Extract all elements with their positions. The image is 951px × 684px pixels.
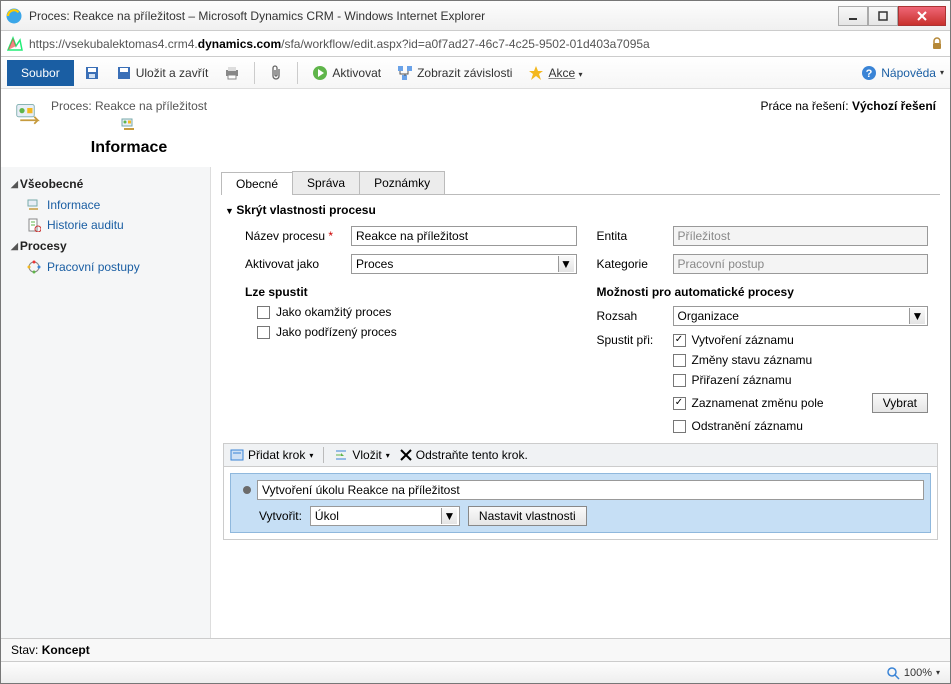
- label-category: Kategorie: [597, 257, 667, 271]
- help-button[interactable]: ? Nápověda ▾: [861, 65, 944, 81]
- label-activate-as: Aktivovat jako: [245, 257, 345, 271]
- save-close-button[interactable]: Uložit a zavřít: [110, 62, 215, 84]
- window-title: Proces: Reakce na příležitost – Microsof…: [29, 9, 838, 23]
- chevron-down-icon: ▼: [909, 308, 925, 324]
- checkbox-immediate[interactable]: [257, 306, 270, 319]
- attach-button[interactable]: [263, 62, 289, 84]
- window-titlebar: Proces: Reakce na příležitost – Microsof…: [1, 1, 950, 31]
- help-icon: ?: [861, 65, 877, 81]
- label-child: Jako podřízený proces: [276, 325, 397, 339]
- sidebar-item-workflows[interactable]: Pracovní postupy: [1, 257, 210, 277]
- label-create: Vytvořit:: [259, 509, 302, 523]
- activate-button[interactable]: Aktivovat: [306, 62, 387, 84]
- info-item-icon: [27, 198, 41, 212]
- print-button[interactable]: [218, 62, 246, 84]
- sidebar-item-audit-history[interactable]: Historie auditu: [1, 215, 210, 235]
- entity-input: [673, 226, 929, 246]
- checkbox-trigger-create[interactable]: [673, 334, 686, 347]
- zoom-icon: [886, 666, 900, 680]
- step-bullet-icon: [243, 486, 251, 494]
- label-trg-create: Vytvoření záznamu: [692, 333, 794, 347]
- dependencies-icon: [397, 65, 413, 81]
- label-can-run: Lze spustit: [245, 285, 577, 299]
- label-process-name: Název procesu *: [245, 229, 345, 243]
- page-title: Informace: [51, 113, 207, 157]
- maximize-button[interactable]: [868, 6, 898, 26]
- scope-select[interactable]: Organizace ▼: [673, 306, 929, 326]
- delete-step-button[interactable]: Odstraňte tento krok.: [400, 448, 528, 462]
- save-close-icon: [116, 65, 132, 81]
- url-text: https://vsekubalektomas4.crm4.dynamics.c…: [29, 37, 924, 51]
- delete-icon: [400, 449, 412, 461]
- label-entity: Entita: [597, 229, 667, 243]
- chevron-down-icon: ▼: [441, 508, 457, 524]
- file-menu[interactable]: Soubor: [7, 60, 74, 86]
- select-fields-button[interactable]: Vybrat: [872, 393, 928, 413]
- label-immediate: Jako okamžitý proces: [276, 305, 391, 319]
- save-icon: [84, 65, 100, 81]
- tab-notes[interactable]: Poznámky: [359, 171, 445, 194]
- chevron-down-icon: ▼: [558, 256, 574, 272]
- address-bar[interactable]: https://vsekubalektomas4.crm4.dynamics.c…: [1, 31, 950, 57]
- label-scope: Rozsah: [597, 309, 667, 323]
- category-input: [673, 254, 929, 274]
- tab-bar: Obecné Správa Poznámky: [221, 171, 940, 195]
- create-entity-select[interactable]: Úkol ▼: [310, 506, 460, 526]
- audit-icon: [27, 218, 41, 232]
- step-area: Vytvořit: Úkol ▼ Nastavit vlastnosti: [223, 466, 938, 540]
- solution-label: Práce na řešení: Výchozí řešení: [761, 99, 936, 113]
- actions-menu[interactable]: Akce ▾: [522, 62, 588, 84]
- add-step-button[interactable]: Přidat krok ▾: [230, 448, 313, 462]
- sidebar-section-processes[interactable]: Procesy: [1, 235, 210, 257]
- label-auto-options: Možnosti pro automatické procesy: [597, 285, 929, 299]
- star-icon: [528, 65, 544, 81]
- checkbox-trigger-status[interactable]: [673, 354, 686, 367]
- label-trg-assign: Přiřazení záznamu: [692, 373, 792, 387]
- save-button[interactable]: [78, 62, 106, 84]
- lock-icon: [930, 37, 944, 51]
- checkbox-trigger-delete[interactable]: [673, 420, 686, 433]
- status-value: Koncept: [42, 643, 90, 657]
- tab-admin[interactable]: Správa: [292, 171, 360, 194]
- crm-logo-icon: [7, 36, 23, 52]
- sidebar-section-general[interactable]: Všeobecné: [1, 173, 210, 195]
- zoom-control[interactable]: 100% ▾: [886, 666, 940, 680]
- print-icon: [224, 65, 240, 81]
- header-subtitle: Proces: Reakce na příležitost: [51, 99, 207, 113]
- ie-icon: [5, 7, 23, 25]
- paperclip-icon: [269, 65, 283, 81]
- process-icon: [15, 101, 43, 129]
- close-button[interactable]: [898, 6, 946, 26]
- show-dependencies-button[interactable]: Zobrazit závislosti: [391, 62, 518, 84]
- label-trg-status: Změny stavu záznamu: [692, 353, 813, 367]
- set-properties-button[interactable]: Nastavit vlastnosti: [468, 506, 587, 526]
- status-bar: Stav: Koncept: [1, 638, 950, 661]
- label-trigger: Spustit při:: [597, 333, 667, 347]
- checkbox-trigger-field[interactable]: [673, 397, 686, 410]
- step-title-input[interactable]: [257, 480, 924, 500]
- sidebar: Všeobecné Informace Historie auditu Proc…: [1, 167, 211, 638]
- info-mini-icon: [121, 117, 137, 133]
- insert-step-button[interactable]: Vložit ▾: [334, 448, 389, 462]
- activate-icon: [312, 65, 328, 81]
- label-trg-field: Zaznamenat změnu pole: [692, 396, 866, 410]
- process-name-input[interactable]: [351, 226, 577, 246]
- step-row[interactable]: Vytvořit: Úkol ▼ Nastavit vlastnosti: [230, 473, 931, 533]
- tab-general[interactable]: Obecné: [221, 172, 293, 195]
- svg-text:?: ?: [866, 68, 873, 80]
- sidebar-item-information[interactable]: Informace: [1, 195, 210, 215]
- step-toolbar: Přidat krok ▾ Vložit ▾ Odstraňte tento k…: [223, 443, 938, 466]
- workflow-icon: [27, 260, 41, 274]
- minimize-button[interactable]: [838, 6, 868, 26]
- checkbox-child[interactable]: [257, 326, 270, 339]
- ie-status-bar: 100% ▾: [1, 661, 950, 683]
- ribbon-toolbar: Soubor Uložit a zavřít Aktivovat Zobrazi…: [1, 57, 950, 89]
- activate-as-select[interactable]: Proces ▼: [351, 254, 577, 274]
- insert-icon: [334, 448, 348, 462]
- page-header: Proces: Reakce na příležitost Informace …: [1, 89, 950, 167]
- checkbox-trigger-assign[interactable]: [673, 374, 686, 387]
- label-trg-delete: Odstranění záznamu: [692, 419, 803, 433]
- section-hide-props[interactable]: Skrýt vlastnosti procesu: [221, 195, 940, 225]
- add-step-icon: [230, 448, 244, 462]
